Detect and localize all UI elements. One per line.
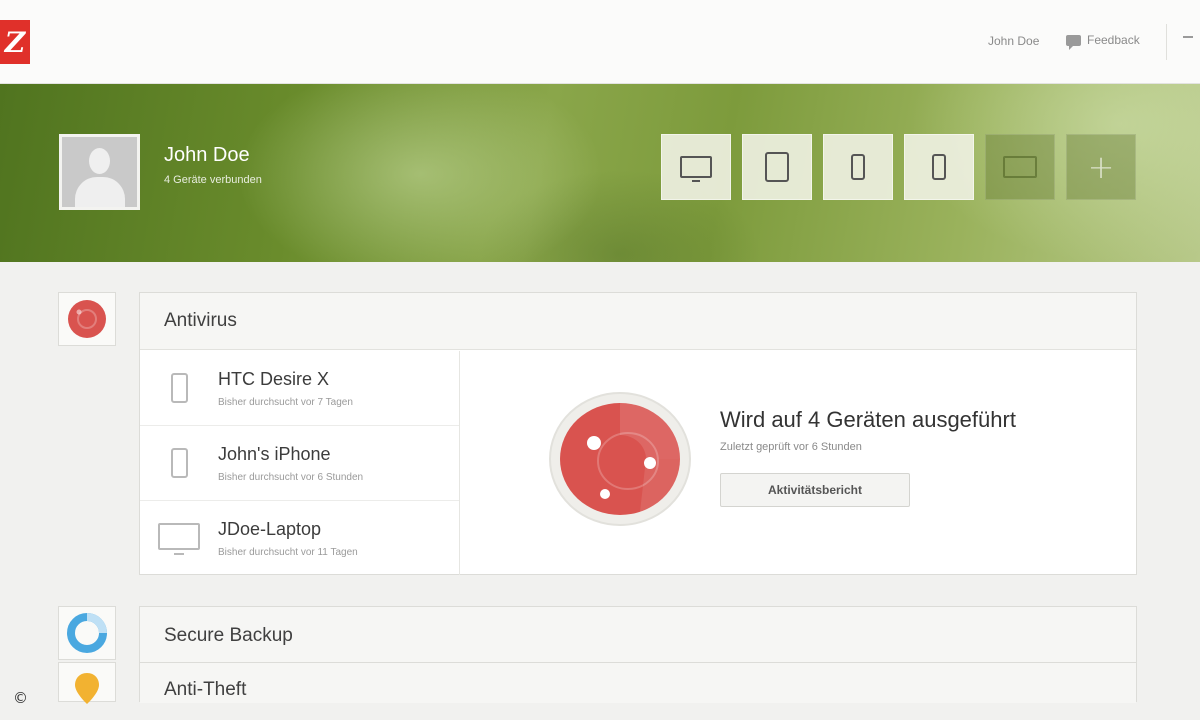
phone-icon bbox=[932, 154, 946, 180]
device-tile-monitor[interactable] bbox=[661, 134, 731, 200]
device-scan-status: Bisher durchsucht vor 11 Tagen bbox=[218, 547, 358, 558]
device-name: John's iPhone bbox=[218, 444, 331, 464]
list-item[interactable]: JDoe-Laptop Bisher durchsucht vor 11 Tag… bbox=[140, 501, 459, 576]
secure-backup-header[interactable]: Secure Backup bbox=[140, 607, 1136, 664]
user-menu-link[interactable]: John Doe bbox=[988, 34, 1039, 48]
anti-theft-header[interactable]: Anti-Theft bbox=[140, 663, 1136, 703]
status-subtitle: Zuletzt geprüft vor 6 Stunden bbox=[720, 441, 862, 453]
secure-backup-card: Secure Backup bbox=[139, 606, 1137, 664]
status-title: Wird auf 4 Geräten ausgeführt bbox=[720, 407, 1016, 432]
secure-backup-side-icon[interactable] bbox=[58, 606, 116, 660]
plus-icon: + bbox=[1087, 148, 1115, 186]
connected-devices-count: 4 Geräte verbunden bbox=[164, 174, 262, 186]
location-pin-icon bbox=[75, 673, 99, 704]
phone-icon bbox=[851, 154, 865, 180]
secure-backup-title: Secure Backup bbox=[164, 624, 293, 646]
avatar[interactable] bbox=[59, 134, 140, 210]
profile-name: John Doe bbox=[164, 144, 250, 166]
anti-theft-title: Anti-Theft bbox=[164, 679, 247, 700]
phone-icon bbox=[171, 448, 188, 478]
antivirus-card: Antivirus HTC Desire X Bisher durchsucht… bbox=[139, 292, 1137, 575]
avatar-head-shape bbox=[89, 148, 110, 174]
device-scan-status: Bisher durchsucht vor 6 Stunden bbox=[218, 472, 364, 483]
feedback-link[interactable]: Feedback bbox=[1066, 33, 1140, 50]
speech-bubble-icon bbox=[1066, 34, 1081, 50]
monitor-icon bbox=[680, 156, 712, 182]
list-item[interactable]: HTC Desire X Bisher durchsucht vor 7 Tag… bbox=[140, 351, 459, 426]
phone-icon bbox=[171, 373, 188, 403]
list-item[interactable]: John's iPhone Bisher durchsucht vor 6 St… bbox=[140, 426, 459, 501]
secure-backup-icon bbox=[67, 613, 107, 653]
device-tile-phone-1[interactable] bbox=[823, 134, 893, 200]
anti-theft-card: Anti-Theft bbox=[139, 662, 1137, 703]
add-device-button[interactable]: + bbox=[1066, 134, 1136, 200]
device-tile-tablet[interactable] bbox=[742, 134, 812, 200]
anti-theft-side-icon[interactable] bbox=[58, 662, 116, 704]
device-tile-laptop[interactable] bbox=[985, 134, 1055, 200]
device-tile-phone-2[interactable] bbox=[904, 134, 974, 200]
device-name: HTC Desire X bbox=[218, 369, 330, 389]
feedback-label: Feedback bbox=[1087, 33, 1140, 47]
copyright-mark: © bbox=[13, 689, 28, 707]
antivirus-side-icon[interactable] bbox=[58, 292, 116, 346]
laptop-icon bbox=[158, 523, 200, 555]
tablet-icon bbox=[765, 152, 789, 182]
avatar-body-shape bbox=[75, 177, 125, 207]
top-bar: Z John Doe Feedback bbox=[0, 0, 1200, 84]
antivirus-title: Antivirus bbox=[164, 310, 237, 331]
menu-dropdown-icon[interactable] bbox=[1183, 36, 1193, 42]
divider bbox=[1166, 24, 1167, 60]
antivirus-header[interactable]: Antivirus bbox=[140, 293, 1136, 350]
device-name: JDoe-Laptop bbox=[218, 519, 322, 539]
antivirus-icon bbox=[68, 300, 106, 338]
avira-logo[interactable]: Z bbox=[0, 20, 30, 64]
device-scan-status: Bisher durchsucht vor 7 Tagen bbox=[218, 397, 353, 408]
activity-report-button[interactable]: Aktivitätsbericht bbox=[720, 473, 910, 507]
antivirus-status-graphic bbox=[549, 392, 691, 526]
laptop-icon bbox=[1003, 156, 1037, 178]
antivirus-device-list: HTC Desire X Bisher durchsucht vor 7 Tag… bbox=[140, 351, 460, 575]
profile-hero: John Doe 4 Geräte verbunden + bbox=[0, 84, 1200, 262]
